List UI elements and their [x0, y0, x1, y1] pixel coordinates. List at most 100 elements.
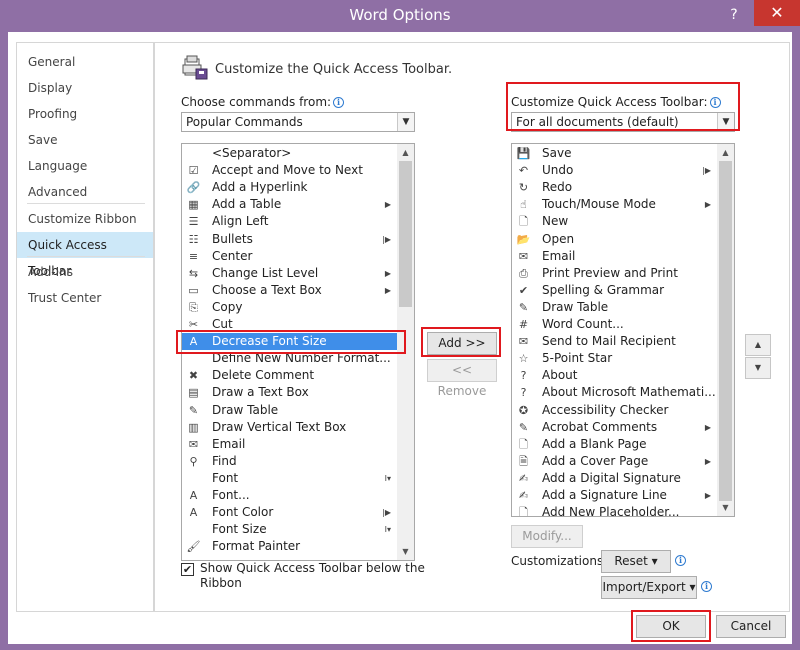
- info-icon[interactable]: i: [701, 581, 712, 592]
- toolbar-commands-list[interactable]: 🗋 Add New Placeholder... ✍ Add a Signature …: [511, 143, 735, 517]
- nav-item-quick-access-toolbar[interactable]: Quick Access Toolbar: [17, 232, 153, 278]
- list-item[interactable]: ☆ 5-Point Star: [512, 350, 717, 367]
- list-item[interactable]: ✉ Send to Mail Recipient: [512, 333, 717, 350]
- list-item[interactable]: ▤ Draw a Text Box: [182, 384, 397, 401]
- command-icon: ↻: [518, 181, 529, 195]
- commands-list[interactable]: 🖌 Format Painter Font Size I▾ A Font Color |▶ A…: [181, 143, 415, 561]
- nav-item-add-ins[interactable]: Add-Ins: [17, 259, 153, 285]
- list-item[interactable]: ✂ Cut: [182, 316, 397, 333]
- reset-button[interactable]: Reset ▾: [601, 550, 671, 573]
- list-item[interactable]: 🗎 Add a Cover Page ▶: [512, 453, 717, 470]
- nav-divider: [27, 256, 145, 257]
- list-item[interactable]: ⎘ Copy: [182, 299, 397, 316]
- nav-item-save[interactable]: Save: [17, 127, 153, 153]
- command-icon: [186, 471, 201, 486]
- list-item[interactable]: ▦ Add a Table ▶: [182, 196, 397, 213]
- list-item[interactable]: 🔗 Add a Hyperlink: [182, 179, 397, 196]
- nav-item-advanced[interactable]: Advanced: [17, 179, 153, 205]
- list-item[interactable]: Font I▾: [182, 470, 397, 487]
- add-button[interactable]: Add >>: [427, 332, 497, 355]
- list-item[interactable]: ▭ Choose a Text Box ▶: [182, 282, 397, 299]
- list-item[interactable]: Define New Number Format...: [182, 350, 397, 367]
- cancel-button[interactable]: Cancel: [716, 615, 786, 638]
- scroll-up-icon[interactable]: ▲: [397, 144, 414, 161]
- list-item-label: Draw Vertical Text Box: [212, 419, 347, 434]
- list-item[interactable]: 🖌 Format Painter: [182, 538, 397, 555]
- customize-qat-select[interactable]: For all documents (default) ▼: [511, 112, 735, 132]
- list-item[interactable]: ✍ Add a Digital Signature: [512, 470, 717, 487]
- list-item[interactable]: <Separator>: [182, 145, 397, 162]
- toolbar-scrollbar[interactable]: ▲ ▼: [717, 144, 734, 516]
- info-icon[interactable]: i: [333, 97, 345, 108]
- list-item[interactable]: A Decrease Font Size: [182, 333, 397, 351]
- list-item[interactable]: ✎ Draw Table: [512, 299, 717, 316]
- list-item[interactable]: 🗋 Add New Placeholder...: [512, 504, 717, 517]
- list-item[interactable]: 📂 Open: [512, 231, 717, 248]
- list-item[interactable]: A Font...: [182, 487, 397, 504]
- list-item[interactable]: 🗋 New: [512, 213, 717, 230]
- close-button[interactable]: ✕: [754, 0, 800, 26]
- list-item[interactable]: ☰ Align Left: [182, 213, 397, 230]
- list-item[interactable]: ✖ Delete Comment: [182, 367, 397, 384]
- modify-button[interactable]: Modify...: [511, 525, 583, 548]
- command-icon: [186, 146, 201, 161]
- list-item[interactable]: 💾 Save: [512, 145, 717, 162]
- list-item[interactable]: ✎ Acrobat Comments ▶: [512, 419, 717, 436]
- dialog-title: Word Options: [349, 6, 451, 24]
- scroll-thumb[interactable]: [719, 161, 732, 501]
- scroll-thumb[interactable]: [399, 161, 412, 307]
- list-item[interactable]: ☑ Accept and Move to Next: [182, 162, 397, 179]
- list-item[interactable]: A Font Color |▶: [182, 504, 397, 521]
- move-up-button[interactable]: ▲: [745, 334, 771, 356]
- command-icon: #: [518, 318, 529, 331]
- nav-item-customize-ribbon[interactable]: Customize Ribbon: [17, 206, 153, 232]
- scroll-up-icon[interactable]: ▲: [717, 144, 734, 161]
- nav-item-display[interactable]: Display: [17, 75, 153, 101]
- list-item[interactable]: ⇆ Change List Level ▶: [182, 265, 397, 282]
- scroll-down-icon[interactable]: ▼: [397, 543, 414, 560]
- list-item[interactable]: ✉ Email: [512, 248, 717, 265]
- list-item[interactable]: ⚲ Find: [182, 453, 397, 470]
- list-item[interactable]: 🗋 Add a Blank Page: [512, 436, 717, 453]
- info-icon[interactable]: i: [709, 97, 721, 108]
- move-down-button[interactable]: ▼: [745, 357, 771, 379]
- remove-button[interactable]: << Remove: [427, 359, 497, 398]
- list-item[interactable]: ⎙ Print Preview and Print: [512, 265, 717, 282]
- list-item-label: Add New Placeholder...: [542, 505, 680, 517]
- list-item[interactable]: ✪ Accessibility Checker: [512, 402, 717, 419]
- commands-scrollbar[interactable]: ▲ ▼: [397, 144, 414, 560]
- chevron-down-icon[interactable]: ▼: [397, 113, 414, 131]
- list-item[interactable]: ↶ Undo |▶: [512, 162, 717, 179]
- list-item-label: Email: [542, 248, 576, 263]
- choose-commands-value: Popular Commands: [186, 115, 303, 129]
- list-item[interactable]: ▥ Draw Vertical Text Box: [182, 419, 397, 436]
- list-item[interactable]: Font Size I▾: [182, 521, 397, 538]
- list-item[interactable]: ✍ Add a Signature Line ▶: [512, 487, 717, 504]
- list-item[interactable]: ☷ Bullets |▶: [182, 231, 397, 248]
- list-item[interactable]: ✎ Draw Table: [182, 402, 397, 419]
- list-item-label: New: [542, 214, 569, 229]
- ok-button[interactable]: OK: [636, 615, 706, 638]
- list-item[interactable]: ✔ Spelling & Grammar: [512, 282, 717, 299]
- info-icon[interactable]: i: [675, 555, 686, 566]
- nav-item-general[interactable]: General: [17, 49, 153, 75]
- list-item[interactable]: ↻ Redo: [512, 179, 717, 196]
- show-below-ribbon-checkbox[interactable]: ✔: [181, 563, 194, 576]
- scroll-down-icon[interactable]: ▼: [717, 499, 734, 516]
- list-item[interactable]: ✉ Email: [182, 436, 397, 453]
- list-item[interactable]: ≡ Center: [182, 248, 397, 265]
- nav-item-trust-center[interactable]: Trust Center: [17, 285, 153, 311]
- import-export-button[interactable]: Import/Export ▾: [601, 576, 697, 599]
- nav-item-proofing[interactable]: Proofing: [17, 101, 153, 127]
- nav-item-language[interactable]: Language: [17, 153, 153, 179]
- choose-commands-select[interactable]: Popular Commands ▼: [181, 112, 415, 132]
- list-item[interactable]: ☝ Touch/Mouse Mode ▶: [512, 196, 717, 213]
- list-item[interactable]: # Word Count...: [512, 316, 717, 333]
- command-icon: 🗋: [519, 437, 528, 451]
- help-button[interactable]: ?: [724, 4, 744, 26]
- nav-divider: [27, 203, 145, 204]
- customize-qat-text: Customize Quick Access Toolbar:: [511, 95, 708, 109]
- list-item[interactable]: ? About Microsoft Mathemati...: [512, 384, 717, 401]
- chevron-down-icon[interactable]: ▼: [717, 113, 734, 131]
- list-item[interactable]: ? About: [512, 367, 717, 384]
